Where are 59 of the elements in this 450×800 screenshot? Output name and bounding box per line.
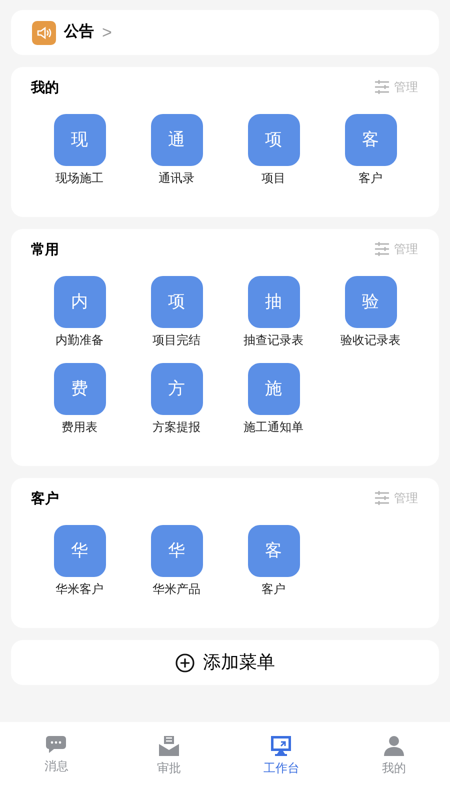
app-label: 客户 xyxy=(358,170,382,187)
app-label: 项目 xyxy=(262,170,286,187)
tab-item[interactable]: 工作台 xyxy=(225,735,338,777)
monitor-icon xyxy=(270,735,292,757)
app-icon: 项 xyxy=(150,276,202,328)
envelope-icon xyxy=(158,735,180,757)
app-label: 费用表 xyxy=(62,419,98,436)
app-shortcut[interactable]: 验 验收记录表 xyxy=(322,276,419,349)
app-label: 方案提报 xyxy=(152,419,200,436)
section-title: 常用 xyxy=(31,240,59,258)
app-label: 客户 xyxy=(262,581,286,598)
app-shortcut[interactable]: 客 客户 xyxy=(322,114,419,187)
app-shortcut[interactable]: 内 内勤准备 xyxy=(31,276,128,349)
app-label: 内勤准备 xyxy=(56,332,104,349)
app-shortcut[interactable]: 现 现场施工 xyxy=(31,114,128,187)
app-shortcut[interactable]: 通 通讯录 xyxy=(128,114,225,187)
app-label: 抽查记录表 xyxy=(244,332,304,349)
app-label: 验收记录表 xyxy=(340,332,400,349)
app-icon: 华 xyxy=(150,525,202,577)
app-icon: 验 xyxy=(344,276,396,328)
chevron-icon: > xyxy=(102,24,112,41)
app-icon: 客 xyxy=(248,525,300,577)
app-shortcut[interactable]: 项 项目 xyxy=(225,114,322,187)
app-label: 项目完结 xyxy=(152,332,200,349)
sliders-icon xyxy=(374,79,390,95)
app-shortcut[interactable]: 项 项目完结 xyxy=(128,276,225,349)
person-icon xyxy=(382,735,405,757)
app-shortcut[interactable]: 抽 抽查记录表 xyxy=(225,276,322,349)
notice-title: 公告 xyxy=(64,22,94,42)
speaker-icon xyxy=(32,20,56,44)
sliders-icon xyxy=(374,241,390,257)
app-label: 现场施工 xyxy=(56,170,104,187)
app-icon: 费 xyxy=(54,363,106,415)
app-shortcut[interactable]: 方 方案提报 xyxy=(128,363,225,436)
sliders-icon xyxy=(374,490,390,506)
app-icon: 现 xyxy=(54,114,106,166)
plus-circle-icon xyxy=(175,652,195,672)
app-icon: 施 xyxy=(248,363,300,415)
section-title: 客户 xyxy=(31,488,59,508)
notice-card[interactable]: 公告 > xyxy=(11,10,439,55)
app-shortcut[interactable]: 华 华米客户 xyxy=(31,525,128,598)
app-icon: 抽 xyxy=(248,276,300,328)
app-icon: 客 xyxy=(344,114,396,166)
app-label: 华米产品 xyxy=(152,581,200,598)
app-label: 华米客户 xyxy=(56,581,104,598)
add-menu-button[interactable]: 添加菜单 xyxy=(11,640,439,685)
section-title: 我的 xyxy=(31,78,59,96)
app-shortcut[interactable]: 客 客户 xyxy=(225,525,322,598)
app-icon: 华 xyxy=(54,525,106,577)
app-label: 施工通知单 xyxy=(244,419,304,436)
app-shortcut[interactable]: 华 华米产品 xyxy=(128,525,225,598)
app-icon: 项 xyxy=(248,114,300,166)
app-shortcut[interactable]: 费 费用表 xyxy=(31,363,128,436)
app-label: 通讯录 xyxy=(158,170,194,187)
app-icon: 内 xyxy=(54,276,106,328)
app-shortcut[interactable]: 施 施工通知单 xyxy=(225,363,322,436)
chat-bubble-icon xyxy=(45,735,68,755)
app-icon: 通 xyxy=(150,114,202,166)
app-icon: 方 xyxy=(150,363,202,415)
